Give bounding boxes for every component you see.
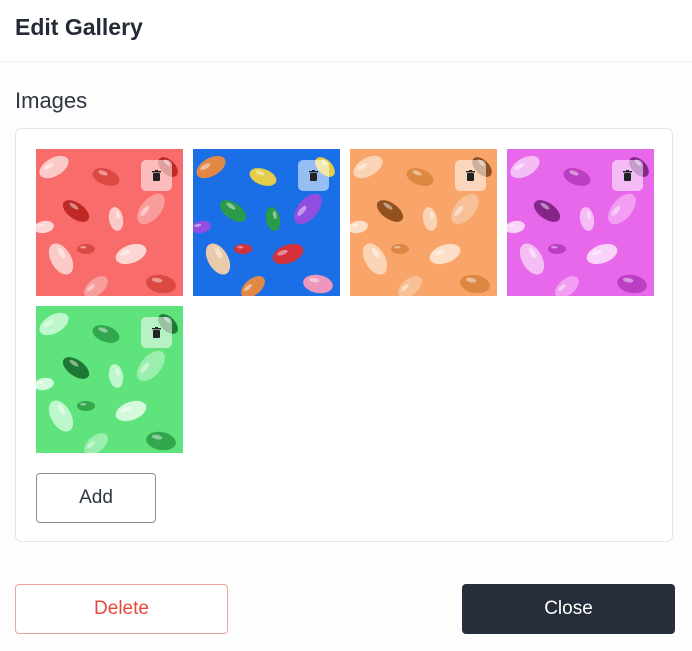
- delete-image-button[interactable]: [612, 160, 643, 191]
- add-image-button[interactable]: Add: [36, 473, 156, 523]
- gallery-image[interactable]: [350, 149, 497, 296]
- close-button[interactable]: Close: [462, 584, 675, 634]
- delete-image-button[interactable]: [298, 160, 329, 191]
- gallery-image[interactable]: [507, 149, 654, 296]
- dialog-header: Edit Gallery: [0, 0, 692, 62]
- gallery-image[interactable]: [36, 306, 183, 453]
- images-panel: Add: [15, 128, 673, 542]
- delete-image-button[interactable]: [141, 160, 172, 191]
- trash-icon: [466, 170, 475, 181]
- gallery-image[interactable]: [36, 149, 183, 296]
- trash-icon: [309, 170, 318, 181]
- dialog-title: Edit Gallery: [15, 14, 143, 40]
- delete-gallery-button[interactable]: Delete: [15, 584, 228, 634]
- delete-image-button[interactable]: [141, 317, 172, 348]
- delete-image-button[interactable]: [455, 160, 486, 191]
- trash-icon: [623, 170, 632, 181]
- trash-icon: [152, 170, 161, 181]
- trash-icon: [152, 327, 161, 338]
- gallery-image[interactable]: [193, 149, 340, 296]
- images-section-label: Images: [15, 88, 88, 113]
